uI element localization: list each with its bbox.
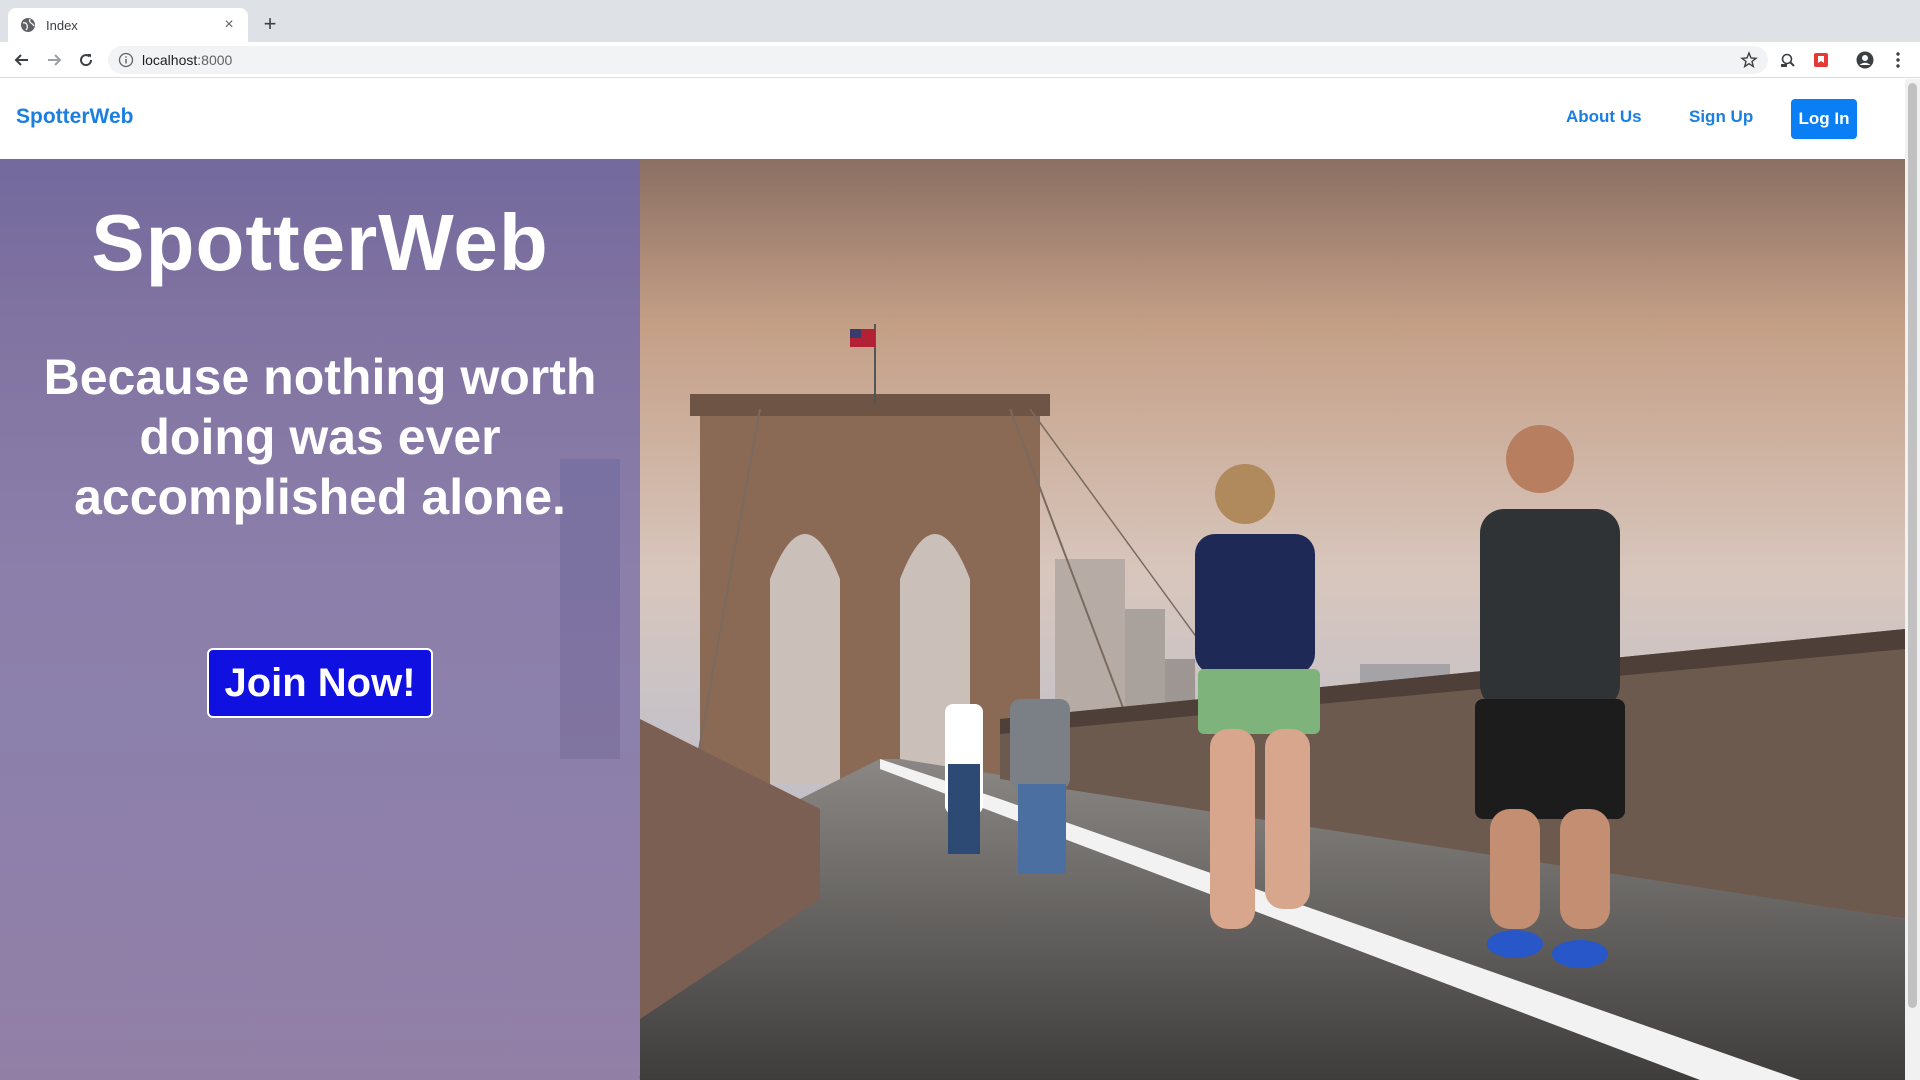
new-tab-button[interactable]: + <box>258 12 282 36</box>
info-icon[interactable] <box>118 52 134 68</box>
globe-icon <box>20 17 36 33</box>
forward-arrow-icon[interactable] <box>42 48 66 72</box>
scrollbar-thumb[interactable] <box>1908 83 1917 1008</box>
hero-tagline: Because nothing worth doing was ever acc… <box>43 349 597 525</box>
close-tab-icon[interactable]: × <box>220 16 238 34</box>
shield-extension-icon[interactable] <box>1811 50 1831 70</box>
nav-link-sign-up[interactable]: Sign Up <box>1689 107 1753 127</box>
page-scrollbar[interactable] <box>1905 79 1920 1080</box>
join-now-button[interactable]: Join Now! <box>207 648 433 718</box>
browser-tab[interactable]: Index × <box>8 8 248 42</box>
menu-kebab-icon[interactable] <box>1888 50 1908 70</box>
address-bar[interactable]: localhost:8000 <box>108 46 1768 74</box>
brand-logo-link[interactable]: SpotterWeb <box>16 105 133 129</box>
extension-icon[interactable] <box>1778 50 1798 70</box>
hero-section: SpotterWeb Because nothing worth doing w… <box>0 159 1905 1080</box>
hero-title: SpotterWeb <box>91 198 549 287</box>
browser-tabstrip: Index × + <box>0 0 1920 42</box>
browser-toolbar: localhost:8000 <box>0 42 1920 78</box>
web-page: SpotterWeb About Us Sign Up Log In Spott… <box>0 79 1905 1080</box>
reload-icon[interactable] <box>74 48 98 72</box>
log-in-button[interactable]: Log In <box>1791 99 1857 139</box>
bookmark-star-icon[interactable] <box>1740 51 1758 69</box>
url-text: localhost:8000 <box>142 52 233 68</box>
tab-title: Index <box>46 17 78 33</box>
profile-avatar-icon[interactable] <box>1855 50 1875 70</box>
site-navbar: SpotterWeb About Us Sign Up Log In <box>0 79 1905 159</box>
hero-text-panel: SpotterWeb Because nothing worth doing w… <box>0 159 640 1080</box>
back-arrow-icon[interactable] <box>10 48 34 72</box>
nav-link-about-us[interactable]: About Us <box>1566 107 1642 127</box>
